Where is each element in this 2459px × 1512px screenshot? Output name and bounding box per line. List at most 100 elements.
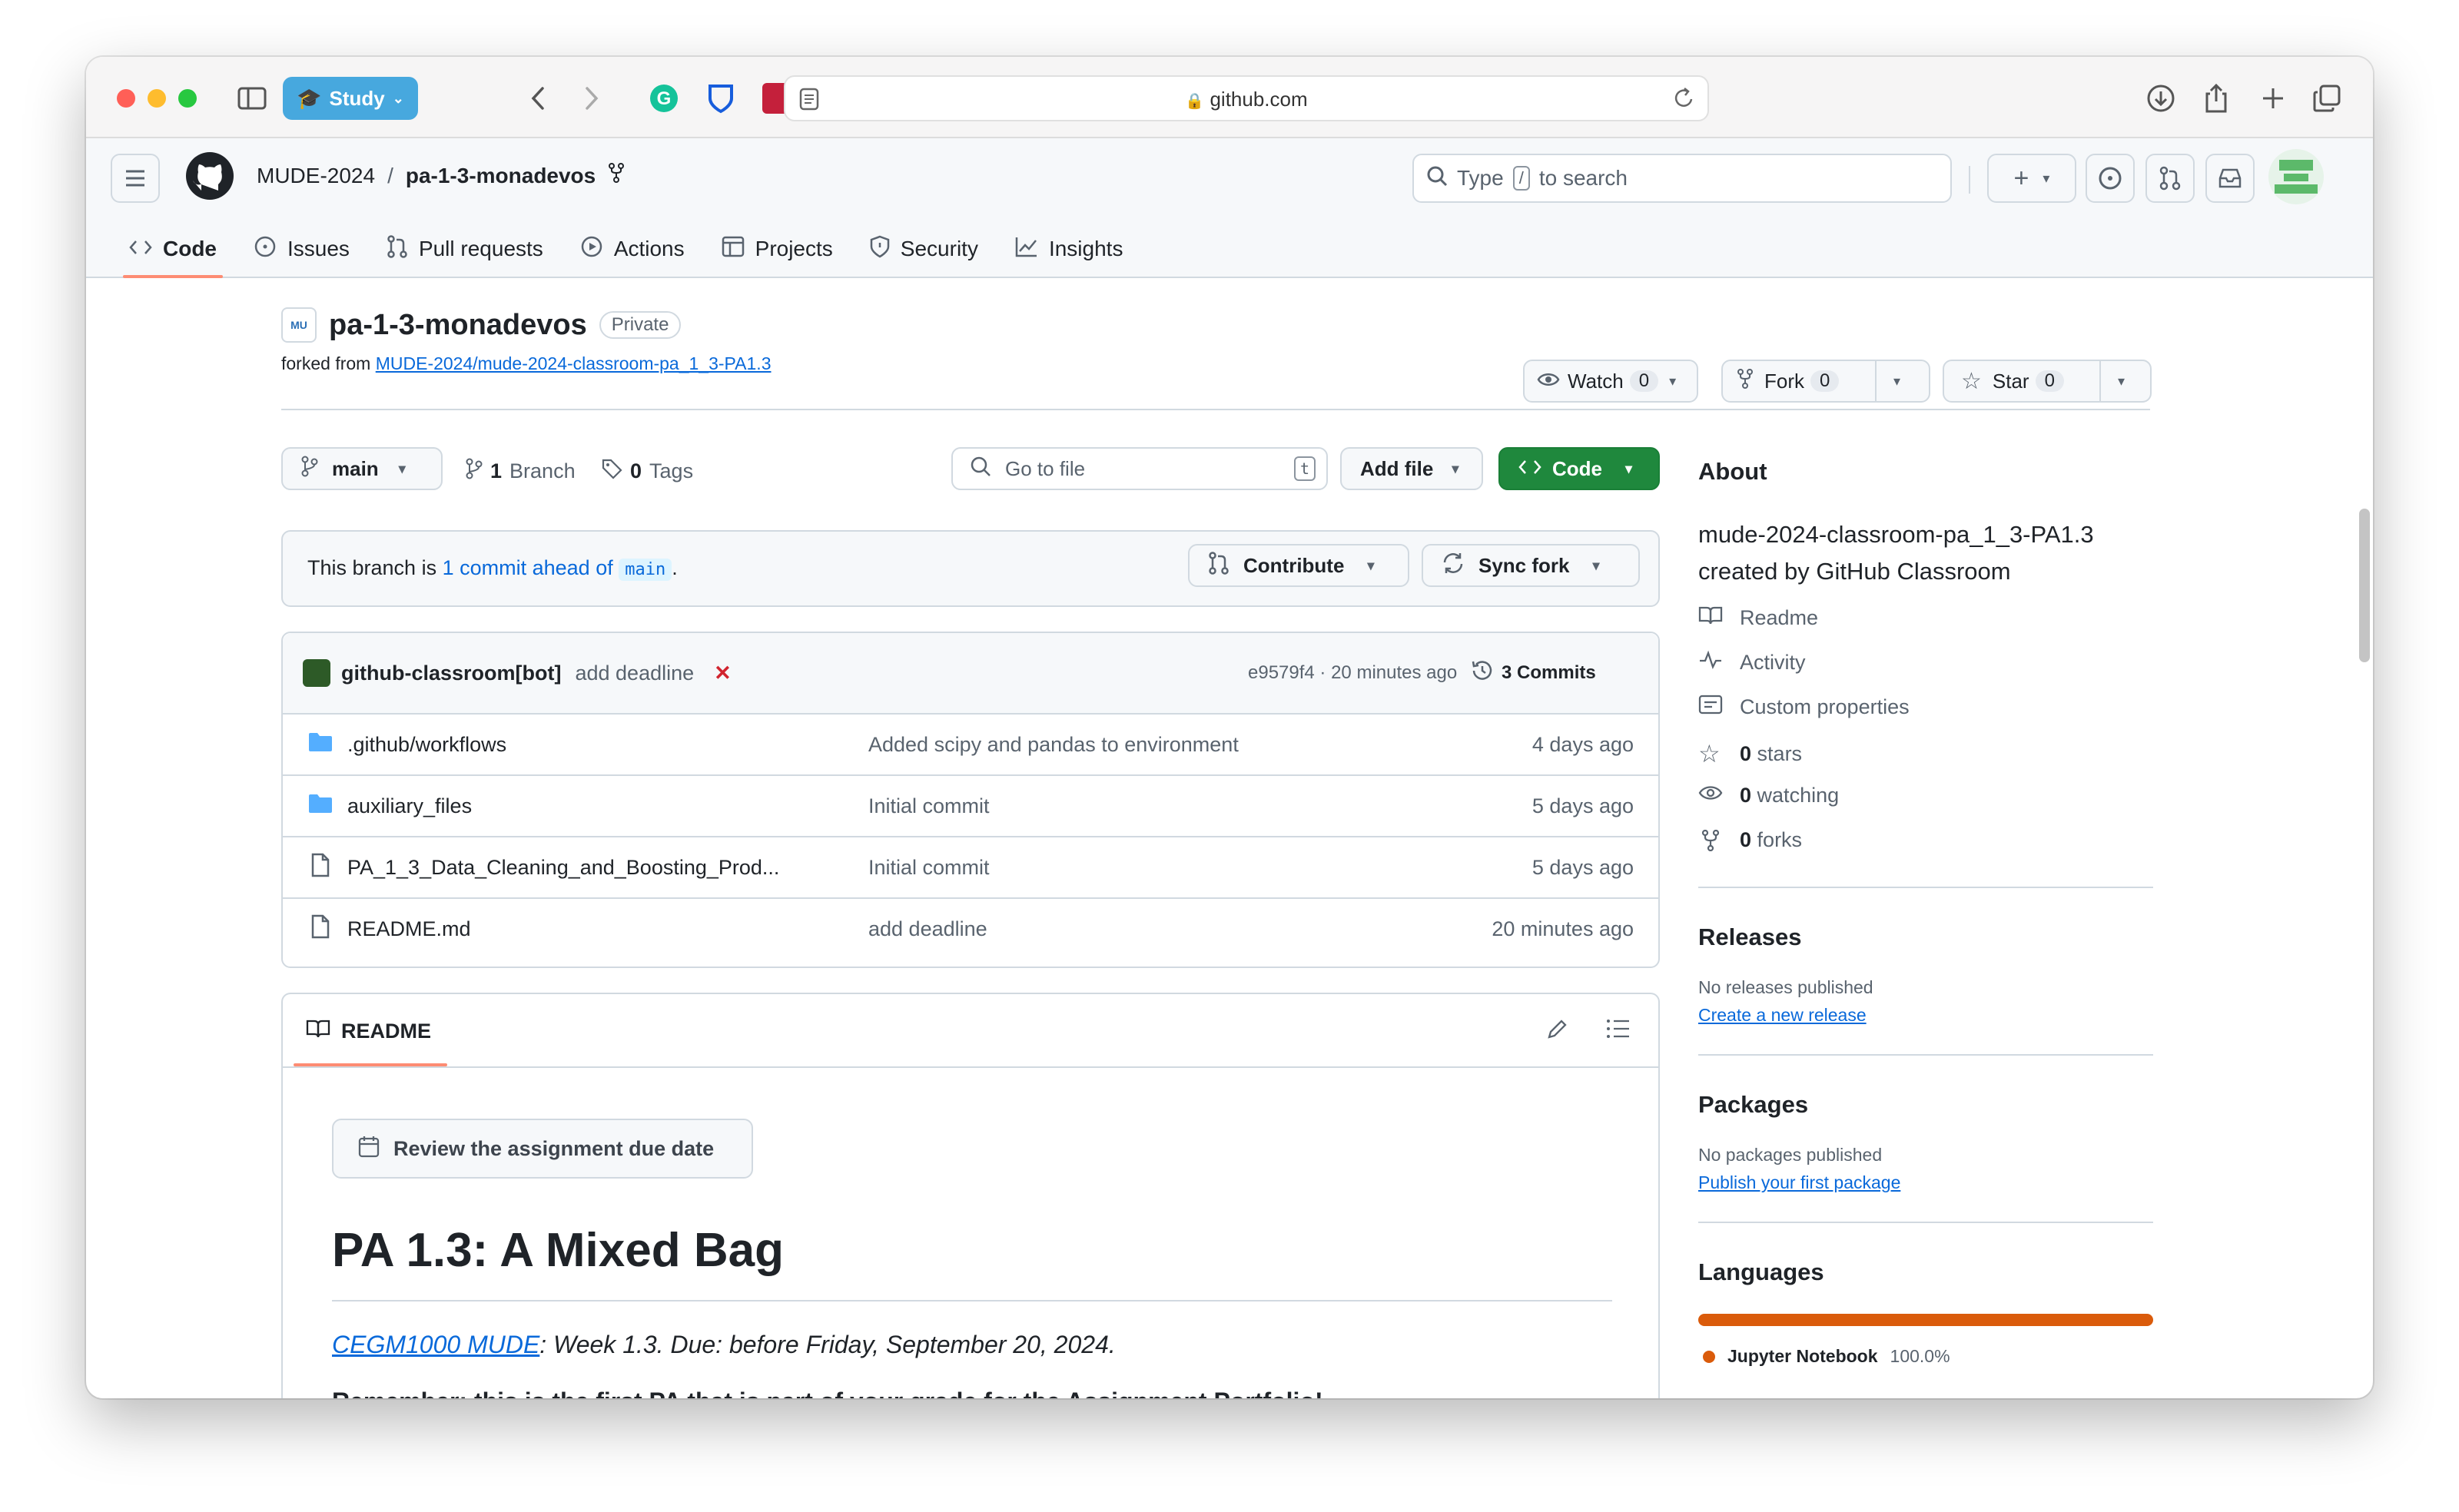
pencil-icon[interactable] [1546, 1017, 1569, 1044]
sync-fork-button[interactable]: Sync fork ▾ [1422, 544, 1640, 587]
browser-toolbar: 🎓 Study ⌄ G 🔒 github.com [86, 57, 2373, 138]
packages-heading[interactable]: Packages [1698, 1091, 1808, 1119]
tab-projects[interactable]: Projects [703, 220, 851, 278]
avatar[interactable] [2268, 149, 2324, 204]
commit-author[interactable]: github-classroom[bot] [341, 662, 561, 685]
repo-forked-icon [608, 163, 625, 188]
share-icon[interactable] [2195, 77, 2238, 120]
outline-list-icon[interactable] [1606, 1019, 1631, 1043]
tags-link[interactable]: 0 Tags [601, 458, 693, 485]
fork-button[interactable]: Fork 0 ▾ [1721, 360, 1930, 403]
tab-issues[interactable]: Issues [235, 220, 368, 278]
file-time: 5 days ago [1531, 855, 1634, 879]
zoom-window-button[interactable] [178, 89, 197, 108]
star-button[interactable]: ☆ Star 0 ▾ [1943, 360, 2152, 403]
file-name[interactable]: PA_1_3_Data_Cleaning_and_Boosting_Prod..… [347, 856, 779, 880]
address-bar[interactable]: 🔒 github.com [784, 75, 1709, 121]
create-new-button[interactable]: + ▾ [1987, 154, 2076, 203]
branch-status-text: This branch is 1 commit ahead of main. [307, 556, 678, 581]
commit-hash-time[interactable]: e9579f4 · 20 minutes ago [1248, 662, 1457, 684]
commits-link[interactable]: 3 Commits [1471, 659, 1596, 688]
close-window-button[interactable] [117, 89, 135, 108]
chevron-down-icon: ▾ [1592, 557, 1600, 573]
tab-readme[interactable]: README [306, 994, 431, 1068]
file-name[interactable]: .github/workflows [347, 733, 506, 757]
language-bar [1698, 1314, 2153, 1326]
code-icon [129, 237, 152, 261]
readme-link[interactable]: Readme [1698, 605, 1818, 631]
activity-link[interactable]: Activity [1698, 650, 1806, 675]
releases-heading[interactable]: Releases [1698, 923, 1801, 951]
table-row[interactable]: auxiliary_files Initial commit 5 days ag… [283, 774, 1658, 836]
github-logo-icon[interactable] [184, 151, 235, 205]
create-release-link[interactable]: Create a new release [1698, 1005, 1867, 1026]
file-commit-message[interactable]: add deadline [868, 917, 987, 941]
branch-status-box: This branch is 1 commit ahead of main. C… [281, 530, 1660, 607]
table-row[interactable]: PA_1_3_Data_Cleaning_and_Boosting_Prod..… [283, 836, 1658, 897]
grammarly-icon[interactable]: G [645, 80, 682, 117]
custom-properties-link[interactable]: Custom properties [1698, 695, 1910, 720]
add-file-button[interactable]: Add file ▾ [1340, 447, 1483, 490]
forks-link[interactable]: 0 forks [1698, 828, 1802, 852]
file-commit-message[interactable]: Added scipy and pandas to environment [868, 733, 1239, 757]
chevron-down-icon: ▾ [2043, 170, 2050, 186]
graduation-cap-icon: 🎓 [297, 86, 322, 110]
downloads-icon[interactable] [2139, 77, 2182, 120]
file-commit-message[interactable]: Initial commit [868, 794, 990, 818]
search-shortcut-key: / [1512, 166, 1530, 191]
stars-link[interactable]: ☆ 0 stars [1698, 739, 1802, 768]
forward-icon[interactable] [570, 77, 613, 120]
course-link[interactable]: CEGM1000 MUDE [332, 1331, 539, 1358]
tab-insights[interactable]: Insights [997, 220, 1142, 278]
chevron-down-icon[interactable]: ▾ [2118, 373, 2125, 390]
back-icon[interactable] [516, 77, 559, 120]
breadcrumb-repo[interactable]: pa-1-3-monadevos [406, 164, 596, 188]
check-failed-icon[interactable]: ✕ [714, 662, 732, 685]
base-branch-code[interactable]: main [619, 559, 672, 581]
page-scrollbar[interactable] [2359, 509, 2370, 662]
tab-actions[interactable]: Actions [562, 220, 703, 278]
ahead-commits-link[interactable]: 1 commit ahead of [443, 556, 613, 579]
table-row[interactable]: .github/workflows Added scipy and pandas… [283, 713, 1658, 774]
issues-nav-button[interactable] [2086, 154, 2135, 203]
chevron-down-icon[interactable]: ▾ [1893, 373, 1900, 390]
bitwarden-icon[interactable] [702, 80, 739, 117]
file-name[interactable]: README.md [347, 917, 471, 941]
hamburger-menu-button[interactable] [111, 154, 160, 203]
study-profile-button[interactable]: 🎓 Study ⌄ [283, 77, 418, 120]
go-to-file-input[interactable]: Go to file t [951, 447, 1328, 490]
branch-select[interactable]: main ▾ [281, 447, 443, 490]
language-item[interactable]: Jupyter Notebook 100.0% [1703, 1346, 1950, 1367]
tab-security[interactable]: Security [851, 220, 997, 278]
minimize-window-button[interactable] [148, 89, 166, 108]
forked-from-link[interactable]: MUDE-2024/mude-2024-classroom-pa_1_3-PA1… [376, 353, 772, 373]
code-download-button[interactable]: Code ▾ [1498, 447, 1660, 490]
repo-name[interactable]: pa-1-3-monadevos [329, 309, 587, 342]
commit-message[interactable]: add deadline [575, 662, 694, 685]
publish-package-link[interactable]: Publish your first package [1698, 1172, 1900, 1193]
file-commit-message[interactable]: Initial commit [868, 856, 990, 880]
table-icon [722, 236, 745, 263]
language-bar-segment [1698, 1314, 2153, 1326]
header-divider [281, 409, 2150, 410]
review-due-date-button[interactable]: Review the assignment due date [332, 1119, 753, 1179]
pull-requests-nav-button[interactable] [2145, 154, 2195, 203]
table-row[interactable]: README.md add deadline 20 minutes ago [283, 897, 1658, 959]
inbox-nav-button[interactable] [2205, 154, 2255, 203]
global-search-input[interactable]: Type / to search [1412, 154, 1952, 203]
branches-link[interactable]: 1 Branch [466, 458, 576, 485]
tab-overview-icon[interactable] [2305, 77, 2348, 120]
reload-icon[interactable] [1672, 86, 1695, 114]
watch-button[interactable]: Watch 0 ▾ [1523, 360, 1698, 403]
issue-icon [254, 235, 277, 264]
tab-pull-requests[interactable]: Pull requests [368, 220, 562, 278]
contribute-button[interactable]: Contribute ▾ [1188, 544, 1409, 587]
sidebar-toggle-icon[interactable] [231, 77, 274, 120]
file-name[interactable]: auxiliary_files [347, 794, 472, 818]
book-icon [306, 1019, 330, 1044]
fork-icon [1737, 368, 1754, 394]
breadcrumb-owner[interactable]: MUDE-2024 [257, 164, 375, 188]
new-tab-icon[interactable] [2252, 77, 2295, 120]
tab-code[interactable]: Code [111, 220, 235, 278]
watching-link[interactable]: 0 watching [1698, 784, 1839, 807]
